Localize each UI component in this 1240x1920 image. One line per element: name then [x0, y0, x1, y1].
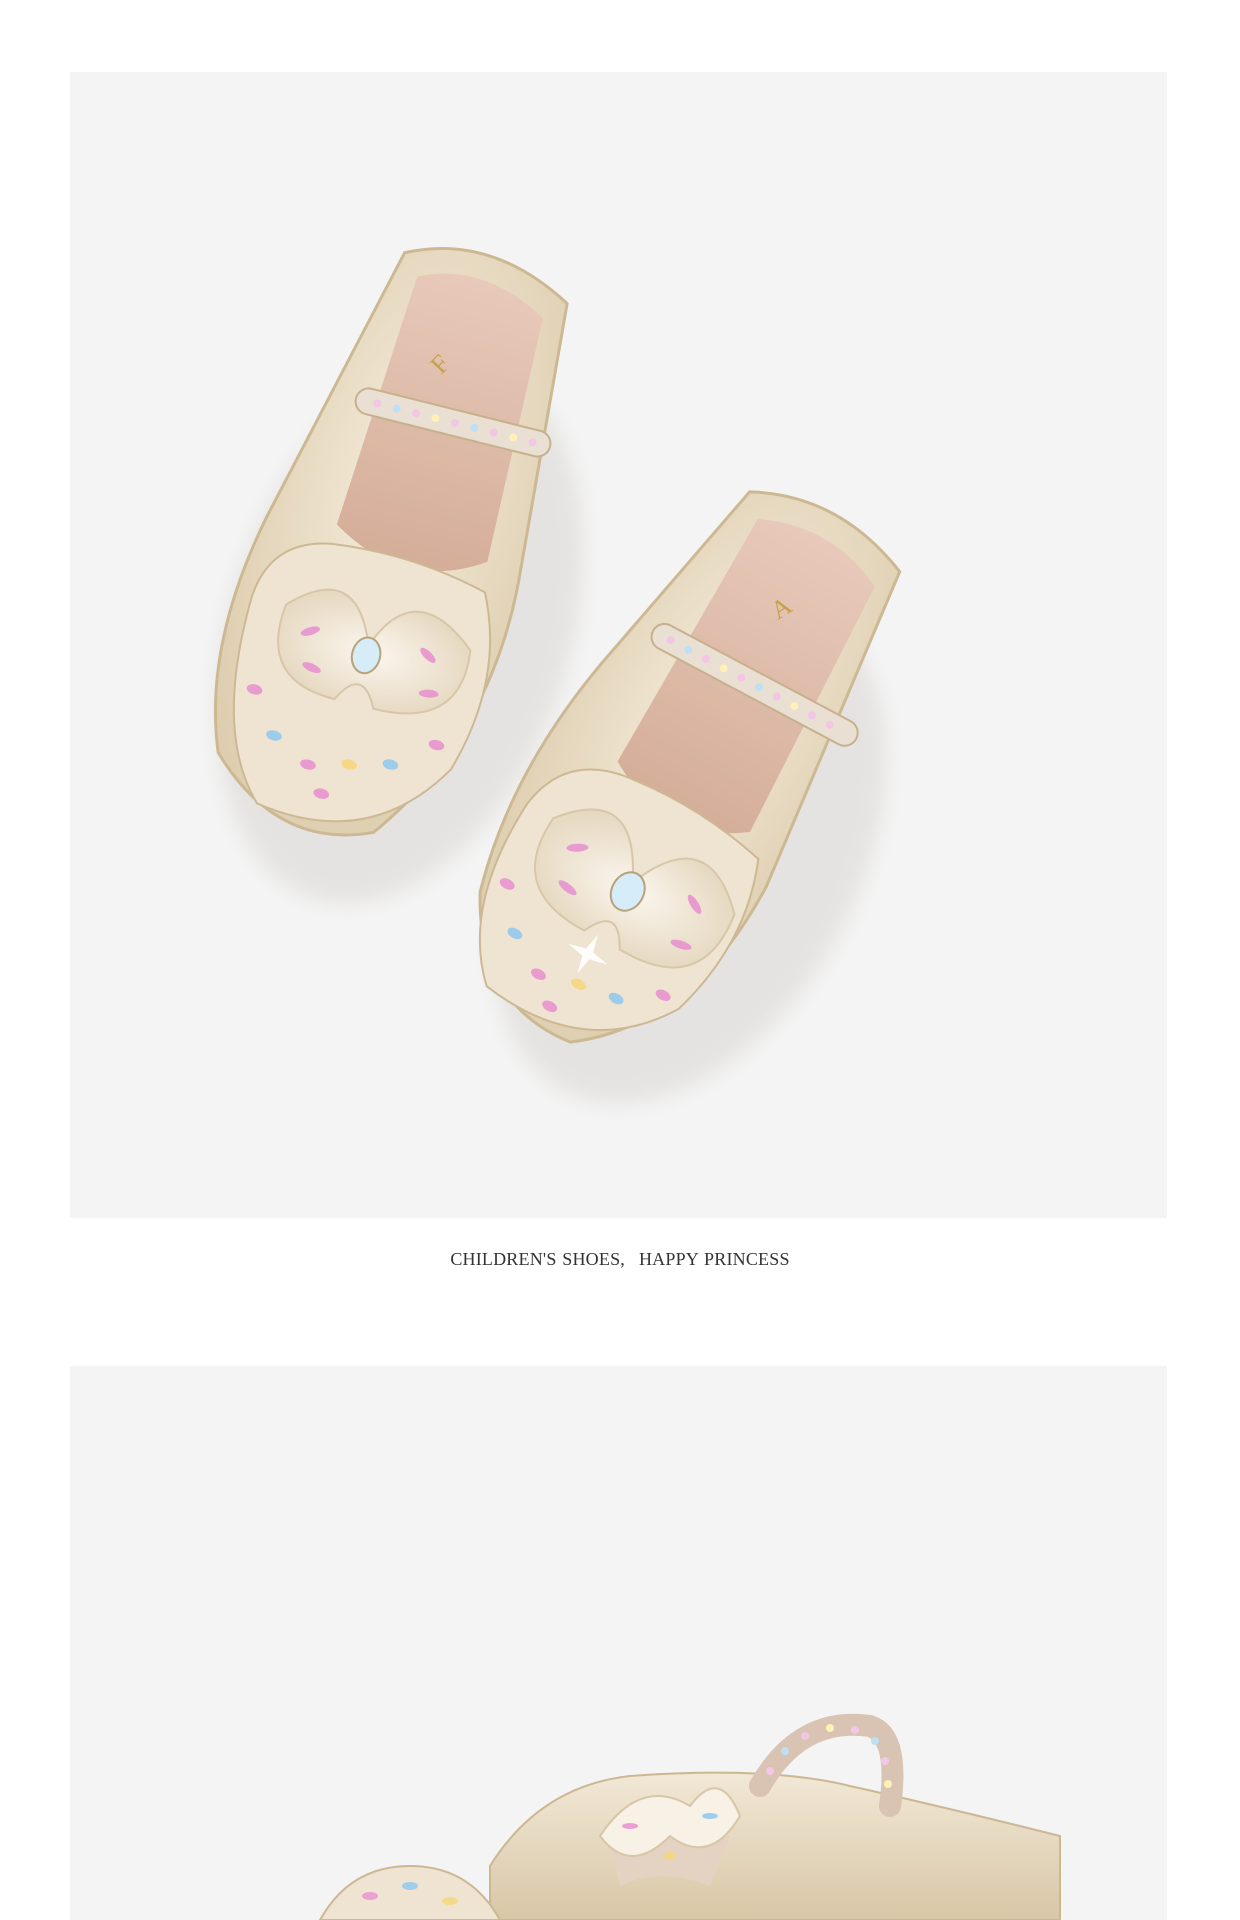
shoe-pair-side-view-illustration [318, 1713, 1061, 1920]
product-photo-top: F A [70, 72, 1167, 1218]
shoe-pair-illustration: F A [213, 247, 902, 1104]
caption-part-1: CHILDREN'S SHOES, [450, 1249, 625, 1269]
back-shoe-partial [489, 1713, 1061, 1920]
caption-part-2: HAPPY PRINCESS [638, 1249, 790, 1269]
product-photo-bottom [70, 1366, 1167, 1920]
product-caption: CHILDREN'S SHOES, HAPPY PRINCESS [0, 1249, 1240, 1270]
front-shoe-partial [318, 1864, 502, 1920]
